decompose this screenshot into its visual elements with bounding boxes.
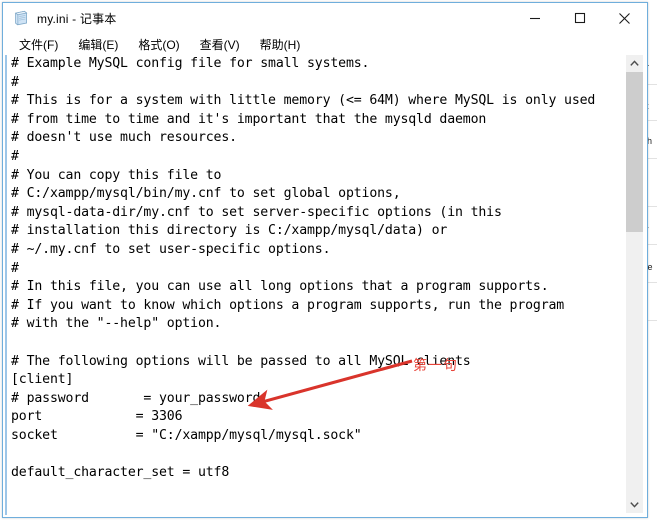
editor-line: # C:/xampp/mysql/bin/my.cnf to set globa… [11,186,401,202]
editor-line: # from time to time and it's important t… [11,111,487,127]
editor-line: port = 3306 [11,409,183,425]
close-icon [619,12,630,24]
menu-item-view[interactable]: 查看(V) [192,34,248,55]
title-bar[interactable]: my.ini - 记事本 [3,3,647,33]
scrollbar-track[interactable] [626,72,643,496]
editor-line: # [11,74,19,90]
editor-line: # You can copy this file to [11,167,222,183]
editor-line: default_character_set = utf8 [11,465,230,481]
editor-frame: # Example MySQL config file for small sy… [5,55,645,515]
scroll-up-button[interactable] [626,55,643,72]
editor-line: # If you want to know which options a pr… [11,297,565,313]
notepad-window: my.ini - 记事本 文件(F) 编辑(E) 格式(O) 查看(V) 帮助(… [2,2,648,518]
scroll-down-button[interactable] [626,496,643,513]
scrollbar-thumb[interactable] [626,72,643,232]
editor-line: socket = "C:/xampp/mysql/mysql.sock" [11,427,362,443]
editor-line: # mysql-data-dir/my.cnf to set server-sp… [11,204,502,220]
vertical-scrollbar[interactable] [626,55,643,513]
chevron-up-icon [630,60,639,66]
editor-line: # This is for a system with little memor… [11,93,596,109]
editor-line: [client] [11,372,74,388]
menu-item-help[interactable]: 帮助(H) [252,34,309,55]
editor-line: # [11,260,19,276]
window-title: my.ini - 记事本 [37,11,117,26]
minimize-button[interactable] [512,3,557,33]
editor-line: # with the "--help" option. [11,316,222,332]
editor-region: # Example MySQL config file for small sy… [3,55,647,517]
minimize-icon [529,17,540,20]
notepad-icon [13,10,29,26]
editor-line: # [11,148,19,164]
editor-line: # The following options will be passed t… [11,353,471,369]
maximize-button[interactable] [557,3,602,33]
text-editor[interactable]: # Example MySQL config file for small sy… [11,55,623,515]
editor-line: # password = your_password [11,390,261,406]
editor-line: # installation this directory is C:/xamp… [11,223,448,239]
menu-item-edit[interactable]: 编辑(E) [70,34,126,55]
menu-bar: 文件(F) 编辑(E) 格式(O) 查看(V) 帮助(H) [3,33,647,55]
menu-item-format[interactable]: 格式(O) [130,34,187,55]
menu-item-file[interactable]: 文件(F) [11,34,66,55]
editor-line: # In this file, you can use all long opt… [11,279,549,295]
close-button[interactable] [602,3,647,33]
editor-line: # ~/.my.cnf to set user-specific options… [11,241,331,257]
chevron-down-icon [630,502,639,508]
editor-line: # doesn't use much resources. [11,130,237,146]
maximize-icon [574,12,585,24]
editor-line: # Example MySQL config file for small sy… [11,56,370,71]
